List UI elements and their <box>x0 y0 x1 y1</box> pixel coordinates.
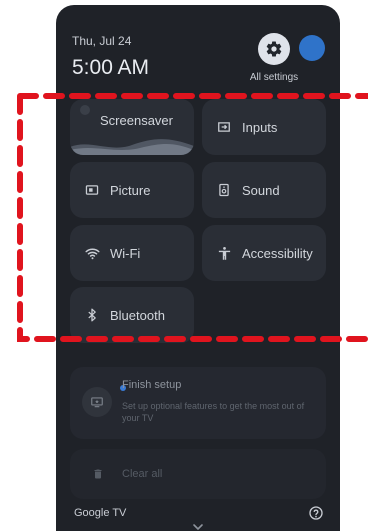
wifi-icon <box>82 243 102 263</box>
accessibility-icon <box>214 243 234 263</box>
inputs-label: Inputs <box>242 119 278 135</box>
trash-icon <box>88 464 108 484</box>
account-avatar[interactable] <box>299 35 325 61</box>
tile-bluetooth[interactable]: Bluetooth <box>70 287 194 343</box>
tile-accessibility[interactable]: Accessibility <box>202 225 326 281</box>
bluetooth-icon <box>82 305 102 325</box>
tile-screensaver[interactable]: Screensaver <box>70 99 194 155</box>
wifi-label: Wi-Fi <box>110 245 141 261</box>
accessibility-label: Accessibility <box>242 245 313 261</box>
screensaver-indicator <box>80 105 90 115</box>
date-label: Thu, Jul 24 <box>72 34 132 48</box>
tile-picture[interactable]: Picture <box>70 162 194 218</box>
quick-settings-panel: Thu, Jul 24 5:00 AM All settings Screens… <box>56 5 340 531</box>
tile-sound[interactable]: Sound <box>202 162 326 218</box>
bluetooth-label: Bluetooth <box>110 307 165 323</box>
clear-all-button[interactable]: Clear all <box>70 449 326 499</box>
screensaver-preview-image <box>70 139 194 155</box>
time-label: 5:00 AM <box>72 56 150 79</box>
speaker-icon <box>214 180 234 200</box>
sound-label: Sound <box>242 182 280 198</box>
all-settings-label: All settings <box>249 72 299 83</box>
chevron-down-icon[interactable] <box>192 523 204 531</box>
clear-all-label: Clear all <box>122 468 163 480</box>
settings-button[interactable] <box>258 33 290 65</box>
tile-wifi[interactable]: Wi-Fi <box>70 225 194 281</box>
picture-label: Picture <box>110 182 151 198</box>
notification-title: Finish setup <box>122 379 182 391</box>
tile-inputs[interactable]: Inputs <box>202 99 326 155</box>
screensaver-label: Screensaver <box>100 113 173 128</box>
finish-setup-notification[interactable]: Finish setup Set up optional features to… <box>70 367 326 439</box>
help-icon[interactable] <box>308 505 324 521</box>
notification-body: Set up optional features to get the most… <box>122 401 305 423</box>
gear-icon <box>266 41 282 57</box>
input-icon <box>214 117 234 137</box>
tv-setup-icon <box>82 387 112 417</box>
google-tv-brand: Google TV <box>74 507 127 519</box>
picture-icon <box>82 180 102 200</box>
